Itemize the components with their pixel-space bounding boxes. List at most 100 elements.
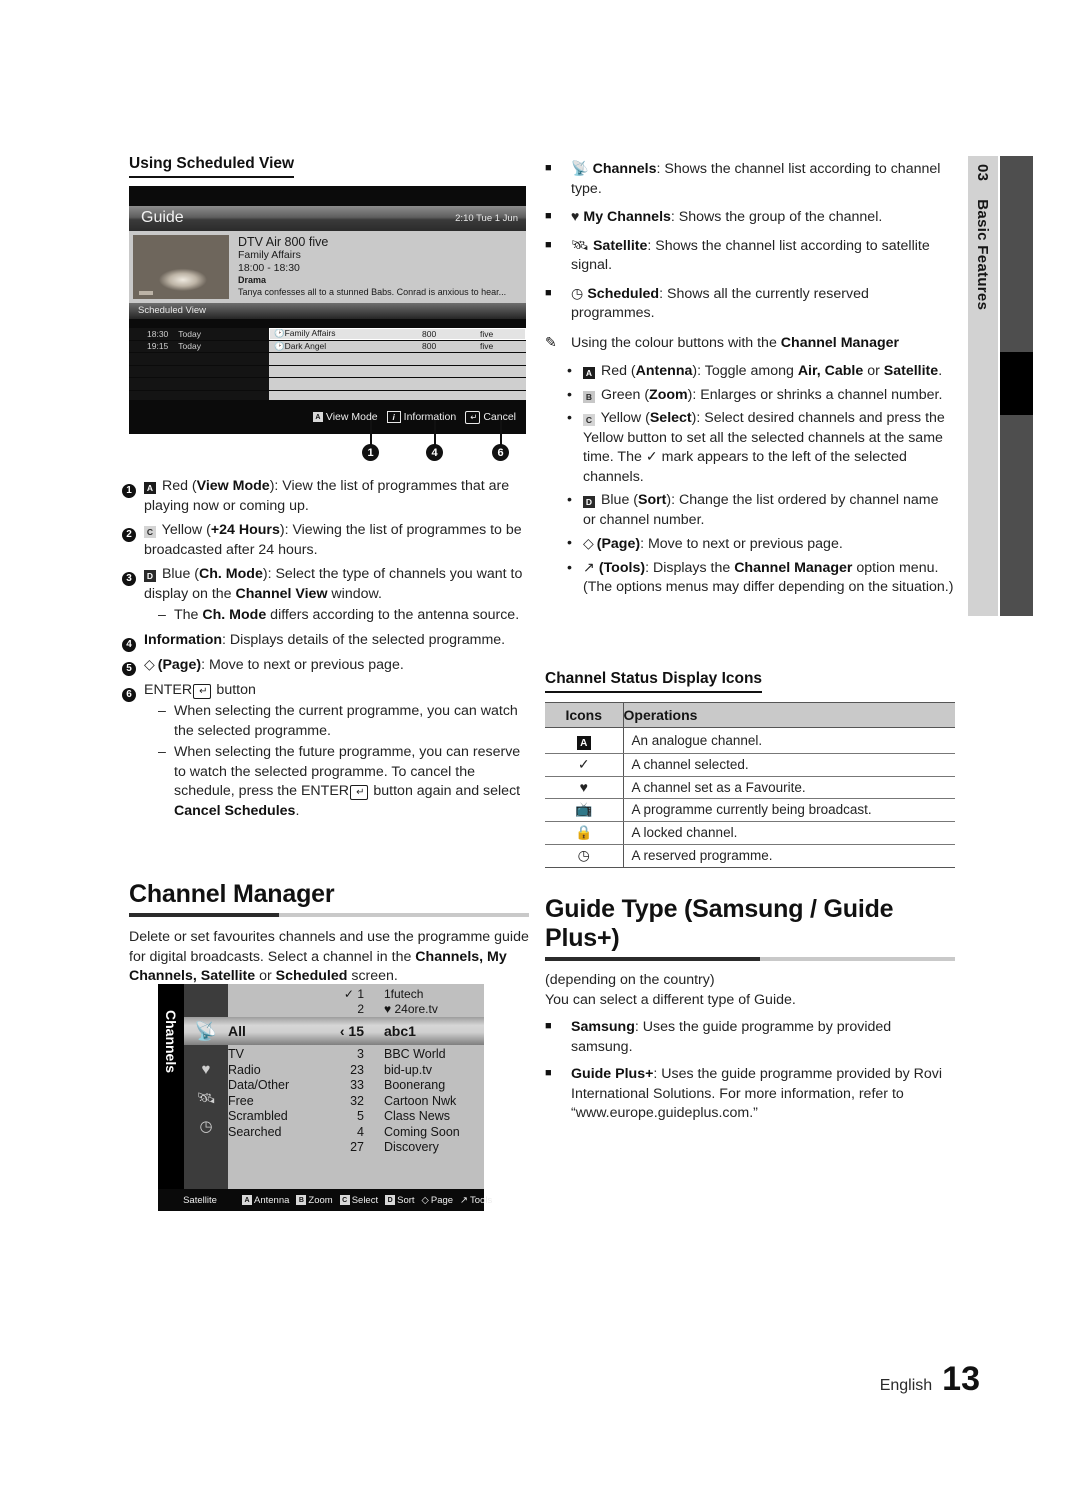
- guide-top-bar: [129, 186, 526, 206]
- table-row: A An analogue channel.: [545, 727, 955, 754]
- dash-marker: –: [158, 703, 166, 719]
- scheduled-row-empty[interactable]: [129, 365, 526, 377]
- channel-manager-icon-rail: ♥ 🛰 ◷: [184, 984, 228, 1189]
- guide-type-subnote: (depending on the country): [545, 972, 715, 988]
- red-button-icon: A: [242, 1195, 252, 1205]
- channel-name[interactable]: Boonerang: [384, 1078, 484, 1094]
- numbered-item-1: 1 A Red (View Mode): View the list of pr…: [122, 477, 530, 516]
- heart-icon[interactable]: ♥: [195, 1060, 217, 1079]
- key-hint-page[interactable]: ◇ Page: [422, 1195, 454, 1206]
- channel-name[interactable]: BBC World: [384, 1047, 484, 1063]
- heart-icon: ♥: [545, 776, 624, 799]
- check-icon: ✓: [545, 753, 624, 777]
- programme-description: Tanya confesses all to a stunned Babs. C…: [238, 287, 507, 297]
- scheduled-row[interactable]: 19:15 Today 🕑Dark Angel 800 five: [129, 340, 526, 352]
- colour-button-bullets: • A Red (Antenna): Toggle among Air, Cab…: [567, 362, 955, 598]
- chapter-title: Basic Features: [974, 199, 992, 311]
- scheduled-list: 18:30 Today 🕑Family Affairs 800 five 19:…: [129, 319, 526, 402]
- guide-key-cancel[interactable]: ↵ Cancel: [465, 410, 516, 424]
- heading-channel-manager: Channel Manager: [129, 880, 335, 908]
- item-body: C Yellow (+24 Hours): Viewing the list o…: [144, 522, 522, 558]
- yellow-button-icon: C: [144, 526, 156, 539]
- table-row: 📺 A programme currently being broadcast.: [545, 798, 955, 822]
- numbered-item-3-subitem: – The Ch. Mode differs according to the …: [158, 606, 530, 626]
- scheduled-row-broadcaster: five: [480, 328, 494, 339]
- scheduled-row-empty[interactable]: [129, 353, 526, 365]
- guide-key-view-mode[interactable]: A View Mode: [312, 411, 378, 423]
- channel-name[interactable]: Cartoon Nwk: [384, 1094, 484, 1110]
- channel-manager-list: ✓ 1 1futech 2 ♥ 24ore.tv 📡 All ‹ 15 abc1: [184, 984, 484, 1189]
- key-hint-sort[interactable]: D Sort: [385, 1195, 415, 1206]
- dot-bullet: •: [567, 535, 572, 551]
- scheduled-row[interactable]: 18:30 Today 🕑Family Affairs 800 five: [129, 328, 526, 340]
- blue-button-icon: D: [385, 1195, 396, 1205]
- colour-bullet-tools: • ↗ (Tools): Displays the Channel Manage…: [567, 559, 955, 598]
- scheduled-row-empty[interactable]: [129, 378, 526, 390]
- satellite-icon: 🛰: [571, 237, 590, 254]
- table-row: ♥ A channel set as a Favourite.: [545, 776, 955, 799]
- scheduled-row-left: 18:30 Today: [129, 328, 269, 340]
- enter-button-icon: ↵: [465, 410, 481, 424]
- square-bullet: ■: [545, 286, 552, 299]
- square-bullet: ■: [545, 210, 552, 222]
- channel-manager-selected-row[interactable]: 📡 All ‹ 15 abc1: [184, 1017, 484, 1045]
- key-hint-select[interactable]: C Select: [339, 1195, 378, 1206]
- guide-key-information[interactable]: i Information: [386, 411, 456, 423]
- item-body: ENTER ↵ button: [144, 681, 256, 699]
- heading-rule: [129, 913, 529, 917]
- category-item[interactable]: TV: [228, 1047, 312, 1063]
- category-item[interactable]: Scrambled: [228, 1109, 312, 1125]
- category-item[interactable]: Free: [228, 1094, 312, 1110]
- guide-info-panel: DTV Air 800 five Family Affairs 18:00 - …: [129, 231, 526, 303]
- channel-name[interactable]: Coming Soon: [384, 1125, 484, 1141]
- note-block: ✎ Using the colour buttons with the Chan…: [545, 334, 955, 356]
- numbered-item-5: 5 ◇ (Page): Move to next or previous pag…: [122, 655, 530, 676]
- channel-name[interactable]: bid-up.tv: [384, 1063, 484, 1079]
- channel-manager-vertical-tab-label: Channels: [163, 1010, 179, 1074]
- callout-leader: [434, 420, 436, 447]
- category-item[interactable]: Data/Other: [228, 1078, 312, 1094]
- item-number: 4: [122, 631, 144, 652]
- item-body: 🛰 Satellite: Shows the channel list acco…: [571, 237, 930, 274]
- channel-row[interactable]: ✓ 1 1futech: [312, 986, 484, 1001]
- dot-bullet: •: [567, 386, 572, 403]
- operation-text: A reserved programme.: [623, 844, 955, 868]
- operation-text: A channel selected.: [623, 753, 955, 777]
- item-body: Guide Plus+: Uses the guide programme pr…: [571, 1066, 943, 1121]
- chapter-side-bar-marker: [1000, 352, 1033, 415]
- guide-type-item-samsung: ■ Samsung: Uses the guide programme by p…: [545, 1018, 955, 1057]
- channel-row[interactable]: 2 ♥ 24ore.tv: [312, 1001, 484, 1016]
- subitem-text: The Ch. Mode differs according to the an…: [174, 607, 520, 623]
- operation-text: A programme currently being broadcast.: [623, 798, 955, 822]
- scheduled-row-name: 🕑Dark Angel: [274, 340, 327, 351]
- numbered-item-6: 6 ENTER ↵ button: [122, 681, 530, 702]
- key-hint-tools[interactable]: ↗ Tools: [460, 1195, 492, 1206]
- channel-name[interactable]: Discovery: [384, 1140, 484, 1156]
- scheduled-row-channel: 800: [422, 328, 437, 339]
- clock-icon[interactable]: ◷: [195, 1116, 217, 1135]
- operation-text: An analogue channel.: [623, 727, 955, 754]
- item-body: Information: Displays details of the sel…: [144, 631, 506, 648]
- category-item[interactable]: Radio: [228, 1063, 312, 1079]
- channel-number: 3: [357, 1047, 364, 1061]
- enter-button-icon: ↵: [193, 683, 212, 699]
- blue-button-icon: D: [144, 570, 156, 583]
- item-body: ◇ (Page): Move to next or previous page.: [583, 535, 843, 552]
- category-item[interactable]: Searched: [228, 1125, 312, 1141]
- heart-icon: ♥: [571, 209, 580, 225]
- satellite-icon[interactable]: 🛰: [195, 1088, 217, 1107]
- item-number: 3: [122, 565, 144, 586]
- scheduled-row-channel: 800: [422, 341, 437, 352]
- item-body: B Green (Zoom): Enlarges or shrinks a ch…: [583, 386, 955, 406]
- key-hint-zoom[interactable]: B Zoom: [296, 1195, 333, 1206]
- dot-bullet: •: [567, 363, 572, 379]
- channel-manager-top-rows: ✓ 1 1futech 2 ♥ 24ore.tv: [228, 984, 484, 1016]
- programme-time: 18:00 - 18:30: [238, 261, 300, 274]
- channel-number: 5: [357, 1109, 364, 1123]
- key-hint-antenna[interactable]: A Antenna: [242, 1195, 289, 1206]
- screen-item-satellite: ■ 🛰 Satellite: Shows the channel list ac…: [545, 237, 955, 276]
- guide-type-section: Guide Type (Samsung / Guide Plus+) (depe…: [545, 895, 955, 1124]
- pencil-note-icon: ✎: [545, 333, 557, 350]
- channel-number: 4: [357, 1124, 364, 1139]
- channel-name[interactable]: Class News: [384, 1109, 484, 1125]
